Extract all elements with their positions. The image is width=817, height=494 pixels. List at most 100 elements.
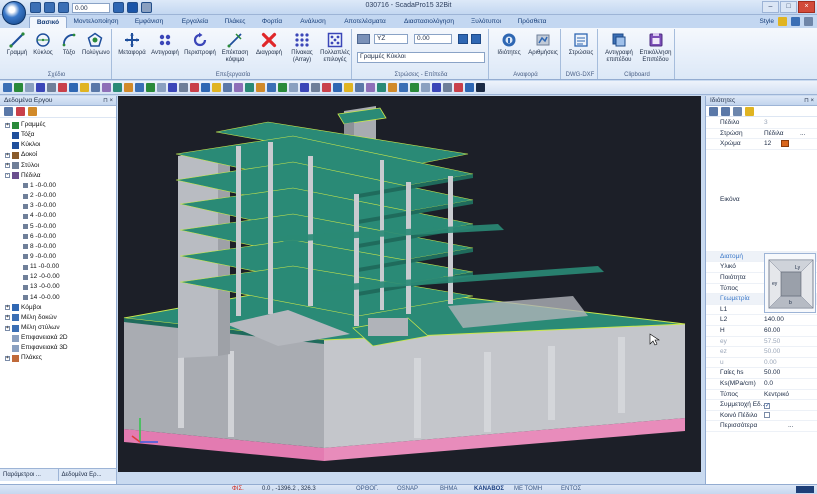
array-button[interactable]: Πίνακας (Array) [287,32,317,63]
toolbar-tool-icon[interactable] [399,83,408,92]
offset-field[interactable]: 0.00 [414,34,452,44]
tab-parameters[interactable]: Παράμετροι ... [0,469,59,481]
events-icon[interactable] [745,106,754,116]
tree-leaf[interactable]: 13 -0-0.00 [23,282,60,292]
tree-leaf[interactable]: 11 -0-0.00 [23,262,59,272]
toolbar-tool-icon[interactable] [146,83,155,92]
property-row[interactable]: Τύπος Κεντρικό [706,390,817,401]
delete-button[interactable]: Διαγραφή [253,32,285,57]
toolbar-tool-icon[interactable] [234,83,243,92]
tree-leaf[interactable]: 1 -0-0.00 [23,181,56,191]
property-row[interactable]: Χρώμα 12 [706,139,817,150]
toolbar-tool-icon[interactable] [223,83,232,92]
toolbar-tool-icon[interactable] [80,83,89,92]
toolbar-tool-icon[interactable] [388,83,397,92]
status-orthog[interactable]: ΟΡΘΟΓ. [356,485,378,494]
status-me-tomi[interactable]: ΜΕ ΤΟΜΗ [514,485,542,494]
extend-trim-button[interactable]: Επέκταση κόψιμο [219,32,251,63]
layers-button[interactable]: Στρώσεις [566,32,596,57]
print-icon[interactable] [44,2,55,13]
circle-button[interactable]: Κύκλος [30,32,56,57]
property-row[interactable]: H 60.00 [706,326,817,337]
tree-expander[interactable]: + [5,315,10,321]
numbering-button[interactable]: Αριθμήσεις [527,32,559,57]
checkbox[interactable] [764,411,770,418]
globe-icon[interactable] [113,2,124,13]
properties-button[interactable]: Ιδιότητες [493,32,525,57]
tree-expander[interactable]: + [5,122,10,128]
property-row[interactable]: u 0.00 [706,358,817,369]
toolbar-tool-icon[interactable] [47,83,56,92]
status-osnap[interactable]: OSNAP [397,485,418,494]
render-icon[interactable] [127,2,138,13]
toolbar-tool-icon[interactable] [454,83,463,92]
tree-category[interactable]: Επιφανειακά 2D [5,333,68,343]
toolbar-tool-icon[interactable] [179,83,188,92]
tab-fortia[interactable]: Φορτία [255,16,289,28]
move-button[interactable]: Μεταφορά [117,32,147,57]
arrow-down-icon[interactable] [58,2,69,13]
toolbar-tool-icon[interactable] [102,83,111,92]
tree-leaf[interactable]: 8 -0-0.00 [23,242,56,252]
tab-project-data[interactable]: Δεδομένα Ερ... [59,469,117,481]
tree-expander[interactable]: - [5,173,10,179]
pin-icon[interactable]: ⊓ × [103,96,113,106]
checkbox[interactable]: ✓ [764,403,770,410]
status-entos[interactable]: ΕΝΤΟΣ [561,485,581,494]
tab-vasiko[interactable]: Βασικό [29,16,67,28]
tab-apotelesmata[interactable]: Αποτελέσματα [337,16,393,28]
paste-level-button[interactable]: Επικόλληση Επιπέδου [638,32,673,63]
tree-leaf[interactable]: 9 -0-0.00 [23,252,56,262]
tree-category[interactable]: Τόξα [5,130,34,140]
toolbar-tool-icon[interactable] [124,83,133,92]
3d-viewport[interactable] [118,96,701,472]
tree-category[interactable]: + Κόμβοι [5,303,41,313]
toolbar-tool-icon[interactable] [91,83,100,92]
tree-category[interactable]: + Μέλη στύλων [5,323,60,333]
property-row[interactable]: Εικόνα [706,150,817,252]
arrow-down-icon[interactable] [471,34,481,44]
minimize-button[interactable]: – [762,1,779,13]
tree-category[interactable]: + Δοκοί [5,150,37,160]
qat-value-field[interactable]: 0.00 [72,2,110,13]
tree-expander[interactable]: + [5,152,10,158]
rotate-button[interactable]: Περιστροφή [183,32,217,57]
property-row[interactable]: ez 50.00 [706,347,817,358]
toolbar-tool-icon[interactable] [190,83,199,92]
maximize-button[interactable]: □ [780,1,797,13]
arrow-up-icon[interactable] [458,34,468,44]
tree-leaf[interactable]: 3 -0-0.00 [23,201,56,211]
toolbar-tool-icon[interactable] [201,83,210,92]
tree-leaf[interactable]: 2 -0-0.00 [23,191,56,201]
tree-category[interactable]: - Πέδιλα [5,171,41,181]
tab-ergaleia[interactable]: Εργαλεία [175,16,215,28]
layer-select[interactable]: Γραμμές Κύκλοι [357,52,485,63]
toolbar-tool-icon[interactable] [322,83,331,92]
toolbar-tool-icon[interactable] [355,83,364,92]
status-fis[interactable]: ΦΙΣ. [232,485,244,494]
tab-diastasiologisi[interactable]: Διαστασιολόγηση [396,16,462,28]
pin-icon[interactable]: ⊓ × [804,96,814,106]
settings-icon[interactable] [804,17,813,26]
plane-select[interactable]: YZ [374,34,408,44]
polygon-button[interactable]: Πολύγωνο [82,32,110,57]
copy-level-button[interactable]: Αντιγραφή επιπέδου [602,32,636,63]
status-kanavos[interactable]: ΚΑΝΑΒΟΣ [474,485,504,494]
tree-category[interactable]: Κύκλοι [5,140,40,150]
toolbar-tool-icon[interactable] [245,83,254,92]
toolbar-tool-icon[interactable] [168,83,177,92]
dropdown-icon[interactable] [141,2,152,13]
tree-leaf[interactable]: 6 -0-0.00 [23,232,56,242]
tree-leaf[interactable]: 14 -0-0.00 [23,293,60,303]
toolbar-tool-icon[interactable] [3,83,12,92]
style-menu[interactable]: Style [760,18,774,25]
toolbar-tool-icon[interactable] [344,83,353,92]
tab-xylotypoi[interactable]: Ξυλότυποι [466,16,506,28]
toolbar-tool-icon[interactable] [410,83,419,92]
tree-expander[interactable]: + [5,355,10,361]
tree-category[interactable]: + Μέλη δοκών [5,313,57,323]
property-row[interactable]: Ks(MPa/cm) 0.0 [706,379,817,390]
property-row[interactable]: Στρώση Πέδιλα... [706,129,817,140]
property-row[interactable]: Περισσότερα... [706,421,817,432]
tab-prostheta[interactable]: Πρόσθετα [510,16,554,28]
